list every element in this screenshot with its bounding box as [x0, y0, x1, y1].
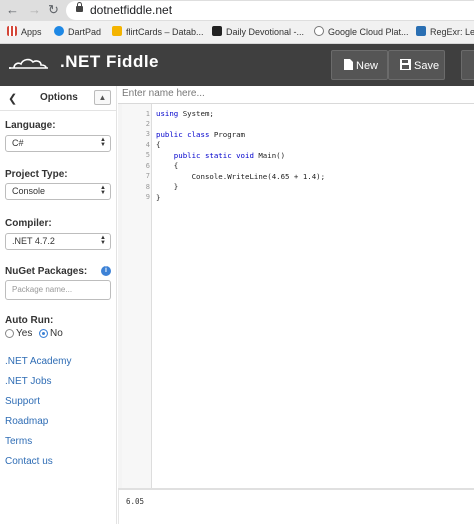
autorun-yes-label: Yes [16, 328, 33, 339]
link-net-academy[interactable]: .NET Academy [5, 356, 72, 367]
code-keyword: public static void [156, 151, 254, 160]
bookmark-google-cloud[interactable]: Google Cloud Plat... [314, 25, 409, 40]
info-icon[interactable]: i [101, 266, 111, 276]
select-caret-icon: ▲ ▼ [100, 185, 106, 196]
autorun-label: Auto Run: [5, 315, 54, 326]
line-number: 3 [145, 130, 150, 138]
link-support[interactable]: Support [5, 396, 40, 407]
code-line: } [156, 182, 178, 191]
collapse-chevron-icon[interactable]: ❮ [8, 92, 17, 105]
link-terms[interactable]: Terms [5, 436, 32, 447]
language-value: C# [12, 138, 24, 148]
bookmark-label: Google Cloud Plat... [328, 27, 409, 37]
autorun-no-radio[interactable] [39, 329, 48, 338]
devotional-icon [212, 26, 222, 36]
url-text: dotnetfiddle.net [90, 3, 173, 17]
bookmark-label: RegExr: Lea [430, 27, 474, 37]
project-type-select[interactable]: Console ▲ ▼ [5, 183, 111, 200]
dartpad-icon [54, 26, 64, 36]
code-line: { [156, 140, 160, 149]
link-net-jobs[interactable]: .NET Jobs [5, 376, 52, 387]
more-menu-button[interactable] [461, 50, 474, 80]
code-keyword: using [156, 109, 179, 118]
output-text: 6.05 [126, 497, 145, 506]
code-line: } [156, 193, 160, 202]
code-text: Main() [253, 151, 286, 160]
line-number: 7 [145, 172, 150, 180]
line-number: 1 [145, 110, 150, 118]
forward-arrow-icon[interactable]: → [28, 2, 41, 18]
link-roadmap[interactable]: Roadmap [5, 416, 48, 427]
project-type-value: Console [12, 186, 46, 196]
line-number: 4 [145, 141, 150, 149]
bookmark-dartpad[interactable]: DartPad [54, 25, 101, 40]
bookmark-daily-devotional[interactable]: Daily Devotional -... [212, 25, 304, 40]
line-number: 2 [145, 120, 150, 128]
language-select[interactable]: C# ▲ ▼ [5, 135, 111, 152]
bookmark-apps[interactable]: Apps [7, 25, 42, 40]
cloud-logo-icon [9, 58, 48, 69]
reload-icon[interactable]: ↻ [48, 2, 59, 18]
lock-icon [76, 2, 83, 12]
link-contact-us[interactable]: Contact us [5, 456, 53, 467]
bookmark-flirtcards[interactable]: flirtCards – Datab... [112, 25, 204, 40]
autorun-yes-radio[interactable] [5, 329, 14, 338]
code-text: System; [178, 109, 214, 118]
code-line: { [156, 161, 178, 170]
compiler-label: Compiler: [5, 218, 52, 229]
save-button[interactable]: Save [388, 50, 445, 80]
select-caret-icon: ▲ ▼ [100, 235, 106, 246]
new-button[interactable]: New [331, 50, 388, 80]
bookmark-label: DartPad [68, 27, 102, 37]
code-text: { [156, 140, 161, 149]
apps-grid-icon [7, 26, 17, 36]
pin-icon[interactable]: ▲ [94, 90, 111, 105]
bookmark-label: flirtCards – Datab... [126, 27, 204, 37]
select-caret-icon: ▲ ▼ [100, 137, 106, 148]
nuget-label: NuGet Packages: [5, 266, 88, 277]
project-type-label: Project Type: [5, 169, 68, 180]
compiler-value: .NET 4.7.2 [12, 236, 55, 246]
save-disk-icon [400, 59, 411, 70]
regexr-icon [416, 26, 426, 36]
bookmark-label: Apps [21, 27, 42, 37]
code-text: } [156, 182, 179, 191]
code-text: Console.WriteLine(4.65 + 1.4); [156, 172, 326, 181]
language-label: Language: [5, 120, 56, 131]
bookmark-label: Daily Devotional -... [226, 27, 305, 37]
code-line: public static void Main() [156, 151, 285, 160]
compiler-select[interactable]: .NET 4.7.2 ▲ ▼ [5, 233, 111, 250]
globe-icon [314, 26, 324, 36]
fiddle-name-input[interactable]: Enter name here... [122, 88, 205, 99]
save-button-label: Save [414, 60, 440, 72]
output-panel [118, 490, 474, 524]
code-keyword: public class [156, 130, 210, 139]
new-file-icon [344, 59, 353, 70]
line-number: 5 [145, 151, 150, 159]
code-text: } [156, 193, 161, 202]
code-line: public class Program [156, 130, 245, 139]
firebase-icon [112, 26, 122, 36]
address-bar[interactable]: dotnetfiddle.net [66, 1, 474, 20]
code-text: { [156, 161, 179, 170]
nuget-package-input[interactable]: Package name... [5, 280, 111, 300]
app-logo-text[interactable]: .NET Fiddle [60, 52, 159, 72]
new-button-label: New [356, 60, 379, 72]
autorun-no-label: No [50, 328, 63, 339]
line-number: 8 [145, 183, 150, 191]
browser-toolbar: ← → ↻ dotnetfiddle.net [0, 0, 474, 21]
line-number: 9 [145, 193, 150, 201]
back-arrow-icon[interactable]: ← [6, 2, 19, 18]
bookmarks-bar: Apps DartPad flirtCards – Datab... Daily… [0, 21, 474, 44]
bookmark-regexr[interactable]: RegExr: Lea [416, 25, 474, 40]
code-text: Program [209, 130, 246, 139]
code-line: Console.WriteLine(4.65 + 1.4); [156, 172, 326, 181]
line-number: 6 [145, 162, 150, 170]
options-title: Options [40, 92, 78, 103]
code-line: using System; [156, 109, 214, 118]
